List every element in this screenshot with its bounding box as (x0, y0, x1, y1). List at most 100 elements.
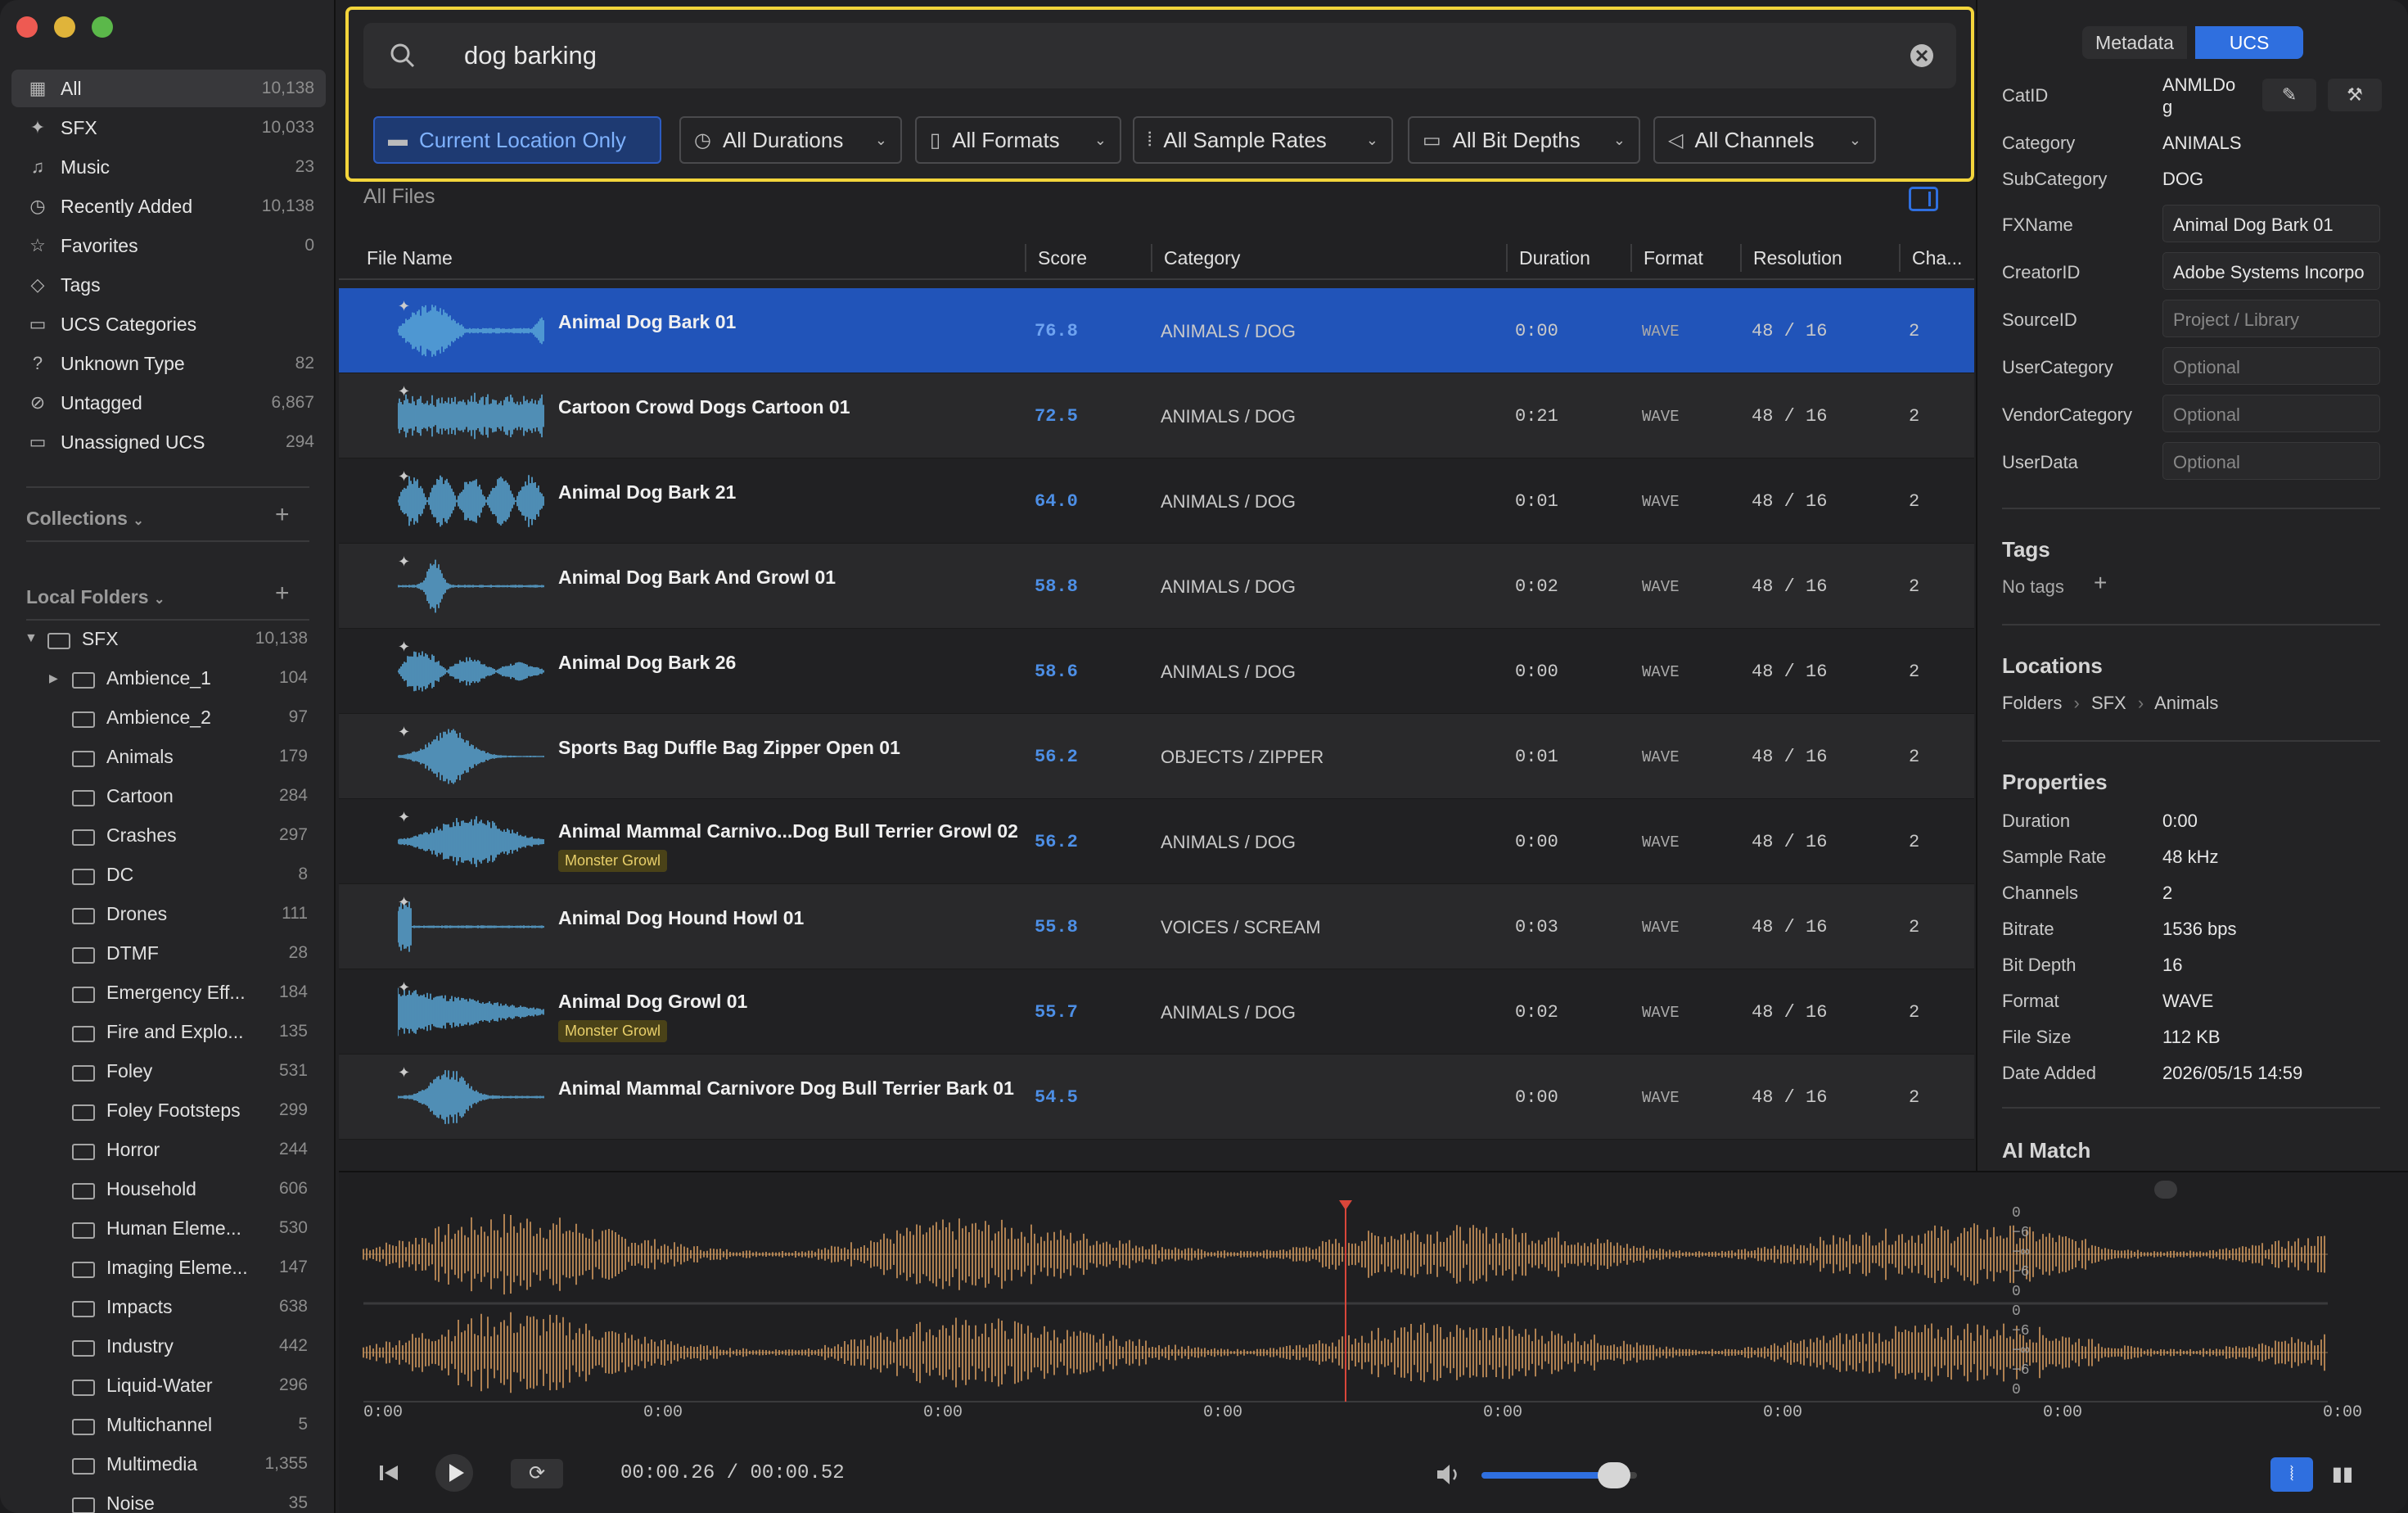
column-divider[interactable] (1506, 244, 1508, 272)
disclosure-closed-icon[interactable]: ▶ (49, 671, 58, 685)
zoom-slider-handle[interactable] (2154, 1181, 2177, 1199)
table-row[interactable]: ✦ Sports Bag Duffle Bag Zipper Open 01 56.… (339, 714, 1974, 799)
loop-icon[interactable]: ⟳ (511, 1459, 563, 1488)
sidebar-item-recently-added[interactable]: ◷ Recently Added 10,138 (11, 187, 326, 225)
edit-pencil-icon[interactable]: ✎ (2262, 79, 2316, 111)
local-folders-header[interactable]: Local Folders ⌄ (26, 586, 165, 608)
folder-item[interactable]: DC 8 (70, 855, 308, 894)
folder-item[interactable]: Ambience_2 97 (70, 698, 308, 737)
usercategory-field[interactable]: Optional (2162, 347, 2380, 385)
filter-all-channels[interactable]: ◁ All Channels ⌄ (1653, 116, 1876, 164)
filter-all-durations[interactable]: ◷ All Durations ⌄ (679, 116, 902, 164)
breadcrumb-sfx[interactable]: SFX (2091, 693, 2126, 713)
sidebar-item-sfx[interactable]: ✦ SFX 10,033 (11, 109, 326, 147)
tag-badge[interactable]: Monster Growl (558, 1020, 668, 1042)
vendorcategory-field[interactable]: Optional (2162, 395, 2380, 432)
add-tag-button[interactable]: + (2094, 570, 2107, 596)
waveform-view-icon[interactable]: ⦚ (2270, 1457, 2313, 1492)
sidebar-item-music[interactable]: ♫ Music 23 (11, 148, 326, 186)
folder-item[interactable]: DTMF 28 (70, 933, 308, 973)
folder-root-sfx[interactable]: ▼ SFX 10,138 (25, 619, 308, 658)
column-divider[interactable] (1899, 244, 1901, 272)
sidebar-item-all[interactable]: ▦ All 10,138 (11, 70, 326, 107)
breadcrumb-folders[interactable]: Folders (2002, 693, 2062, 713)
folder-item[interactable]: Crashes 297 (70, 815, 308, 855)
table-row[interactable]: ✦ Cartoon Crowd Dogs Cartoon 01 72.5 ANIMAL… (339, 373, 1974, 458)
column-header-3[interactable]: Duration (1519, 247, 1590, 269)
sourceid-field[interactable]: Project / Library (2162, 300, 2380, 337)
table-row[interactable]: ✦ Animal Mammal Carnivo...Dog Bull Terrie… (339, 799, 1974, 884)
volume-icon[interactable] (1436, 1462, 1463, 1487)
filter-current-location-only[interactable]: ▬ Current Location Only (373, 116, 661, 164)
zoom-window-button[interactable] (92, 16, 113, 38)
folder-item[interactable]: Noise 35 (70, 1484, 308, 1513)
search-input[interactable] (464, 41, 1774, 70)
folder-item[interactable]: Human Eleme... 530 (70, 1208, 308, 1248)
folder-item[interactable]: Multichannel 5 (70, 1405, 308, 1444)
table-row[interactable]: ✦ Animal Mammal Carnivore Dog Bull Terrie… (339, 1055, 1974, 1140)
add-folder-button[interactable]: + (275, 580, 290, 607)
tab-metadata[interactable]: Metadata (2082, 26, 2187, 59)
magic-wand-icon[interactable]: ⚒ (2328, 79, 2382, 111)
close-window-button[interactable] (16, 16, 38, 38)
tab-ucs[interactable]: UCS (2195, 26, 2303, 59)
clear-search-icon[interactable] (1909, 43, 1935, 69)
table-row[interactable]: ✦ Animal Dog Bark 01 76.8 ANIMALS / DOG 0:00… (339, 288, 1974, 373)
column-header-2[interactable]: Category (1164, 247, 1240, 269)
sidebar-item-favorites[interactable]: ☆ Favorites 0 (11, 227, 326, 264)
table-row[interactable]: ✦ Animal Dog Hound Howl 01 55.8 VOICES / SC… (339, 884, 1974, 969)
filter-all-sample-rates[interactable]: ⦙ All Sample Rates ⌄ (1133, 116, 1393, 164)
folder-item[interactable]: Animals 179 (70, 737, 308, 776)
waveform-display[interactable] (339, 1197, 2336, 1410)
sidebar-item-unknown-type[interactable]: ? Unknown Type 82 (11, 345, 326, 382)
column-divider[interactable] (1630, 244, 1632, 272)
column-header-4[interactable]: Format (1644, 247, 1703, 269)
filter-all-formats[interactable]: ▯ All Formats ⌄ (915, 116, 1121, 164)
filter-all-bit-depths[interactable]: ▭ All Bit Depths ⌄ (1408, 116, 1640, 164)
folder-item[interactable]: Horror 244 (70, 1130, 308, 1169)
folder-item[interactable]: Emergency Eff... 184 (70, 973, 308, 1012)
toggle-inspector-icon[interactable] (1909, 187, 1938, 211)
search-field[interactable] (363, 23, 1956, 88)
folder-item[interactable]: Household 606 (70, 1169, 308, 1208)
sidebar-item-ucs-categories[interactable]: ▭ UCS Categories (11, 305, 326, 343)
volume-knob[interactable] (1597, 1462, 1630, 1488)
skip-back-icon[interactable] (375, 1459, 403, 1487)
sidebar-item-tags[interactable]: ◇ Tags (11, 266, 326, 304)
breadcrumb-animals[interactable]: Animals (2154, 693, 2218, 713)
folder-item[interactable]: Liquid-Water 296 (70, 1366, 308, 1405)
spectrum-view-icon[interactable]: ▮▮ (2321, 1457, 2364, 1492)
userdata-field[interactable]: Optional (2162, 442, 2380, 480)
folder-item[interactable]: Foley Footsteps 299 (70, 1091, 308, 1130)
creatorid-field[interactable]: Adobe Systems Incorpo (2162, 252, 2380, 290)
play-icon[interactable] (435, 1454, 473, 1492)
folder-item[interactable]: Drones 111 (70, 894, 308, 933)
folder-item[interactable]: Imaging Eleme... 147 (70, 1248, 308, 1287)
collections-header[interactable]: Collections ⌄ (26, 508, 144, 530)
volume-slider[interactable] (1481, 1462, 1637, 1488)
add-collection-button[interactable]: + (275, 501, 290, 529)
fxname-field[interactable]: Animal Dog Bark 01 (2162, 205, 2380, 242)
column-divider[interactable] (1025, 244, 1026, 272)
column-header-1[interactable]: Score (1038, 247, 1087, 269)
folder-item[interactable]: Cartoon 284 (70, 776, 308, 815)
column-header-5[interactable]: Resolution (1753, 247, 1842, 269)
column-header-6[interactable]: Cha... (1912, 247, 1962, 269)
table-row[interactable]: ✦ Animal Dog Bark 21 64.0 ANIMALS / DOG 0:01… (339, 458, 1974, 544)
table-row[interactable]: ✦ Animal Dog Bark And Growl 01 58.8 ANIMALS… (339, 544, 1974, 629)
tag-badge[interactable]: Monster Growl (558, 850, 668, 872)
column-divider[interactable] (1740, 244, 1742, 272)
table-row[interactable]: ✦ Animal Dog Growl 01 Monster Growl 55.7 ANI… (339, 969, 1974, 1055)
folder-item[interactable]: Ambience_1 104 ▶ (49, 658, 308, 698)
catid-value[interactable]: ANMLDo g (2162, 74, 2244, 118)
minimize-window-button[interactable] (54, 16, 75, 38)
sidebar-item-unassigned-ucs[interactable]: ▭ Unassigned UCS 294 (11, 423, 326, 461)
column-divider[interactable] (1151, 244, 1152, 272)
folder-item[interactable]: Fire and Explo... 135 (70, 1012, 308, 1051)
folder-item[interactable]: Industry 442 (70, 1326, 308, 1366)
folder-item[interactable]: Multimedia 1,355 (70, 1444, 308, 1484)
disclosure-open-icon[interactable]: ▼ (25, 631, 38, 646)
column-header-0[interactable]: File Name (367, 247, 453, 269)
table-row[interactable]: ✦ Animal Dog Bark 26 58.6 ANIMALS / DOG 0:00… (339, 629, 1974, 714)
folder-item[interactable]: Foley 531 (70, 1051, 308, 1091)
